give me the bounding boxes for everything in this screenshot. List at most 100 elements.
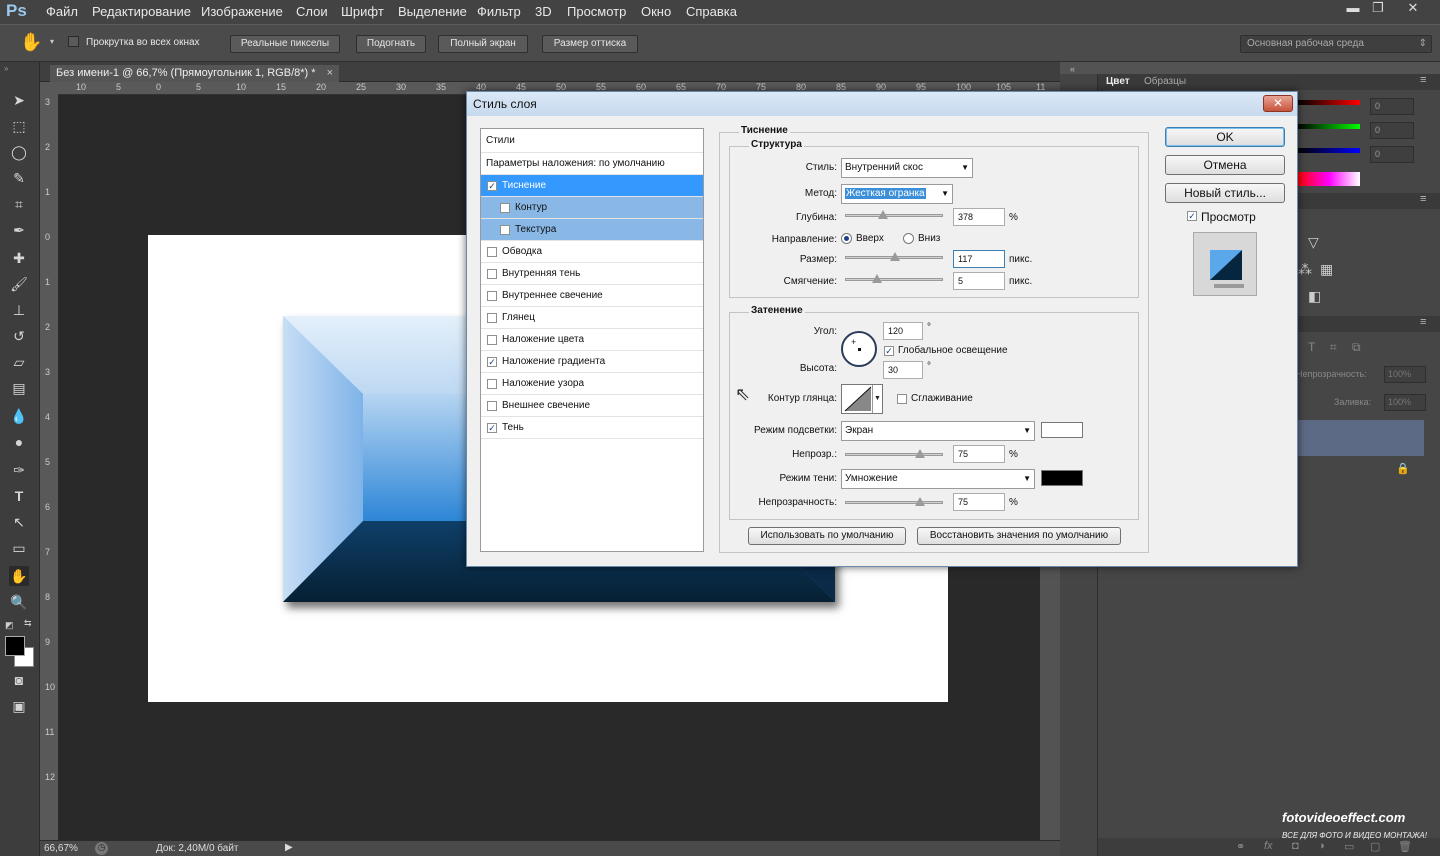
dodge-tool-icon[interactable]: ● (9, 432, 29, 452)
blur-tool-icon[interactable]: 💧 (9, 406, 29, 426)
crop-tool-icon[interactable]: ⌗ (9, 194, 29, 214)
dialog-close-button[interactable]: ✕ (1263, 95, 1293, 112)
menu-edit[interactable]: Редактирование (92, 4, 191, 19)
menu-3d[interactable]: 3D (535, 4, 552, 19)
quick-select-tool-icon[interactable]: ✎ (9, 168, 29, 188)
menu-view[interactable]: Просмотр (567, 4, 626, 19)
filter-shape-icon[interactable]: ⌗ (1330, 340, 1337, 355)
shadow-opacity-thumb[interactable] (915, 497, 925, 506)
new-layer-icon[interactable]: ▢ (1370, 840, 1380, 853)
style-item[interactable]: Наложение цвета (481, 329, 703, 351)
gradient-map-icon[interactable]: ▽ (1308, 234, 1319, 251)
style-item[interactable]: ✓ Наложение градиента (481, 351, 703, 373)
shadow-opacity-slider[interactable] (845, 497, 943, 506)
style-item-checkbox[interactable] (487, 313, 497, 323)
highlight-color-swatch[interactable] (1041, 422, 1083, 438)
red-value-field[interactable]: 0 (1370, 98, 1414, 115)
direction-down-radio[interactable] (903, 233, 914, 244)
group-icon[interactable]: ▭ (1344, 840, 1354, 853)
highlight-opacity-thumb[interactable] (915, 449, 925, 458)
depth-slider[interactable] (845, 210, 943, 219)
soften-input[interactable]: 5 (953, 272, 1005, 290)
style-item-checkbox[interactable] (487, 291, 497, 301)
style-item[interactable]: Обводка (481, 241, 703, 263)
color-spectrum-bar[interactable] (1298, 172, 1360, 186)
highlight-opacity-input[interactable]: 75 (953, 445, 1005, 463)
style-item[interactable]: Контур (481, 197, 703, 219)
menu-filter[interactable]: Фильтр (477, 4, 521, 19)
altitude-input[interactable]: 30 (883, 361, 923, 379)
layer-row-selected[interactable] (1298, 420, 1424, 456)
new-style-button[interactable]: Новый стиль... (1165, 183, 1285, 203)
menu-help[interactable]: Справка (686, 4, 737, 19)
hand-tool-active-icon[interactable]: ✋ (9, 566, 29, 586)
menu-layers[interactable]: Слои (296, 4, 328, 19)
status-menu-arrow-icon[interactable]: ▶ (285, 842, 293, 853)
style-item-checkbox[interactable] (500, 203, 510, 213)
global-light-checkbox[interactable]: ✓ (884, 346, 894, 356)
collapse-icon[interactable]: » (4, 64, 8, 73)
blending-options-item[interactable]: Параметры наложения: по умолчанию (481, 153, 703, 175)
collapse-panels-icon[interactable]: « (1070, 64, 1075, 74)
document-tab[interactable]: Без имени-1 @ 66,7% (Прямоугольник 1, RG… (50, 65, 340, 82)
highlight-mode-select[interactable]: Экран ▼ (841, 421, 1035, 441)
link-layers-icon[interactable]: ⚭ (1236, 840, 1245, 853)
tab-color[interactable]: Цвет (1106, 76, 1130, 87)
layers-menu-icon[interactable]: ≡ (1420, 316, 1426, 328)
zoom-tool-icon[interactable]: 🔍 (9, 592, 29, 612)
maximize-icon[interactable]: ❐ (1365, 0, 1391, 18)
selective-color-icon[interactable]: ◧ (1308, 288, 1321, 305)
soften-slider-thumb[interactable] (872, 274, 882, 283)
fit-screen-button[interactable]: Подогнать (356, 35, 426, 53)
depth-slider-thumb[interactable] (878, 210, 888, 219)
style-item[interactable]: Внутренняя тень (481, 263, 703, 285)
style-item-checkbox[interactable] (487, 247, 497, 257)
style-item-checkbox[interactable]: ✓ (487, 181, 497, 191)
type-tool-icon[interactable]: T (9, 486, 29, 506)
panel-menu-icon[interactable]: ≡ (1420, 74, 1426, 86)
foreground-color-swatch[interactable] (5, 636, 25, 656)
swap-colors-icon[interactable]: ⇆ (24, 618, 32, 629)
menu-select[interactable]: Выделение (398, 4, 467, 19)
color-lookup-icon[interactable]: ▦ (1320, 261, 1333, 278)
depth-input[interactable]: 378 (953, 208, 1005, 226)
lasso-tool-icon[interactable]: ◯ (9, 142, 29, 162)
filter-smart-icon[interactable]: ⧉ (1352, 340, 1361, 355)
style-item[interactable]: ✓ Тиснение (481, 175, 703, 197)
shape-tool-icon[interactable]: ▭ (9, 538, 29, 558)
style-item-checkbox[interactable]: ✓ (487, 357, 497, 367)
red-slider[interactable] (1298, 100, 1360, 105)
adjustments-menu-icon[interactable]: ≡ (1420, 193, 1426, 205)
method-select[interactable]: Жесткая огранка ▼ (841, 184, 953, 204)
style-item[interactable]: Текстура (481, 219, 703, 241)
preview-checkbox[interactable]: ✓ (1187, 211, 1197, 221)
antialias-checkbox[interactable] (897, 394, 907, 404)
fill-field[interactable]: 100% (1384, 394, 1426, 411)
styles-header[interactable]: Стили (481, 129, 703, 153)
size-slider-thumb[interactable] (890, 252, 900, 261)
style-item[interactable]: Глянец (481, 307, 703, 329)
green-value-field[interactable]: 0 (1370, 122, 1414, 139)
status-info-icon[interactable]: ◷ (95, 842, 108, 855)
channel-mixer-icon[interactable]: ⁂ (1298, 261, 1312, 278)
angle-dial[interactable]: + (841, 331, 877, 367)
pen-tool-icon[interactable]: ✑ (9, 460, 29, 480)
style-item-checkbox[interactable] (487, 401, 497, 411)
add-mask-icon[interactable]: ◘ (1292, 840, 1299, 852)
shadow-color-swatch[interactable] (1041, 470, 1083, 486)
shadow-mode-select[interactable]: Умножение ▼ (841, 469, 1035, 489)
adjustment-layer-icon[interactable]: ◑ (1318, 840, 1325, 852)
healing-brush-tool-icon[interactable]: ✚ (9, 248, 29, 268)
size-slider[interactable] (845, 252, 943, 261)
gradient-tool-icon[interactable]: ▤ (9, 378, 29, 398)
size-input[interactable]: 117 (953, 250, 1005, 268)
marquee-tool-icon[interactable]: ⬚ (9, 116, 29, 136)
style-item-checkbox[interactable] (487, 379, 497, 389)
reset-default-button[interactable]: Восстановить значения по умолчанию (917, 527, 1121, 545)
dialog-titlebar[interactable]: Стиль слоя ✕ (467, 92, 1297, 116)
green-slider[interactable] (1298, 124, 1360, 129)
delete-layer-icon[interactable]: 🗑 (1398, 840, 1412, 853)
tab-swatches[interactable]: Образцы (1144, 76, 1186, 87)
angle-input[interactable]: 120 (883, 322, 923, 340)
print-size-button[interactable]: Размер оттиска (542, 35, 638, 53)
